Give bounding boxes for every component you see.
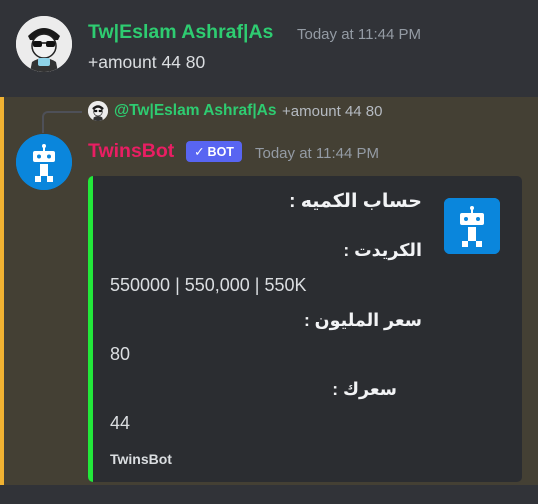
reply-avatar[interactable] (88, 101, 108, 121)
embed-field-name: الكريدت : (343, 240, 422, 260)
embed-title: حساب الكميه : (289, 191, 422, 212)
reply-connector (42, 111, 82, 133)
embed-thumbnail[interactable] (444, 198, 500, 254)
reply-content[interactable]: +amount 44 80 (282, 103, 383, 120)
message-content: +amount 44 80 (88, 52, 206, 72)
reply-username[interactable]: @Tw|Eslam Ashraf|As (114, 102, 276, 120)
mention-bar (0, 97, 4, 485)
bot-tag-label: BOT (207, 144, 234, 159)
embed-field-value: 550000 | 550,000 | 550K (110, 275, 307, 295)
embed-field-name: سعر المليون : (303, 310, 422, 330)
username[interactable]: Tw|Eslam Ashraf|As (88, 21, 273, 44)
embed-field-name: سعرك : (332, 379, 397, 399)
message-1: Tw|Eslam Ashraf|As Today at 11:44 PM +am… (0, 0, 538, 97)
timestamp: Today at 11:44 PM (297, 26, 421, 43)
embed-field-value: 44 (110, 413, 131, 433)
bot-username[interactable]: TwinsBot (88, 140, 174, 163)
timestamp: Today at 11:44 PM (255, 145, 379, 162)
bot-avatar[interactable] (16, 134, 72, 190)
embed-footer: TwinsBot (110, 451, 172, 467)
embed-field-value: 80 (110, 344, 131, 364)
bot-tag: ✓ BOT (186, 141, 242, 162)
verified-check-icon: ✓ (194, 145, 205, 159)
user-avatar[interactable] (16, 16, 72, 72)
embed-accent-bar (88, 176, 93, 482)
embed: حساب الكميه : الكريدت : 550000 | 550,000… (88, 176, 522, 482)
